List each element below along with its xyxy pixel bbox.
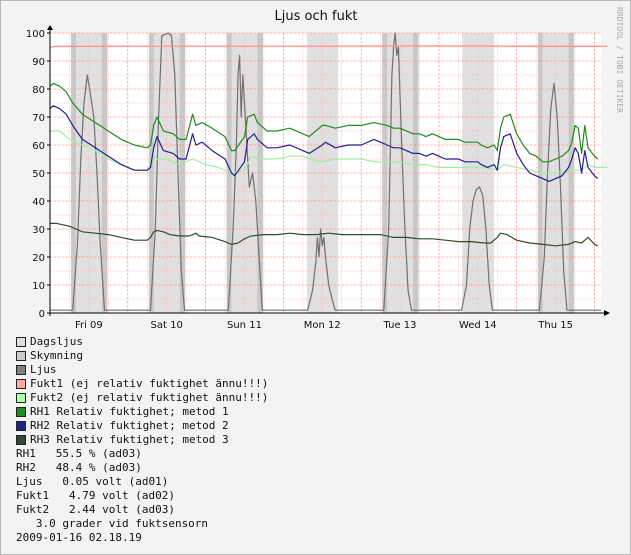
x-tick-label: Wed 14 xyxy=(459,320,497,331)
legend: Dagsljus Skymning Ljus Fukt1 (ej relativ fu… xyxy=(16,335,268,447)
legend-item: Fukt2 (ej relativ fuktighet ännu!!!) xyxy=(16,391,268,405)
x-tick-label: Mon 12 xyxy=(304,320,341,331)
readout-line: Fukt1 4.79 volt (ad02) xyxy=(16,489,175,502)
legend-item: RH3 Relativ fuktighet; metod 3 xyxy=(16,433,268,447)
legend-label: RH1 Relativ fuktighet; metod 1 xyxy=(30,405,229,418)
chart: Ljus och fukt RRDTOOL / TOBI OETIKER 0 10… xyxy=(26,7,624,331)
readouts: RH1 55.5 % (ad03) RH2 48.4 % (ad03) Ljus 0… xyxy=(16,447,208,545)
x-tick-label: Sun 11 xyxy=(227,320,262,331)
y-tick-label: 20 xyxy=(32,253,45,264)
y-tick-label: 60 xyxy=(32,141,45,152)
y-tick-label: 40 xyxy=(32,197,45,208)
y-tick-label: 100 xyxy=(26,29,45,40)
legend-label: Fukt1 (ej relativ fuktighet ännu!!!) xyxy=(30,377,269,390)
legend-label: Ljus xyxy=(30,363,57,376)
readout-line: 3.0 grader vid fuktsensorn xyxy=(16,517,209,530)
x-axis-arrow xyxy=(604,310,610,316)
legend-swatch xyxy=(16,365,26,375)
legend-item: Skymning xyxy=(16,349,268,363)
legend-item: Fukt1 (ej relativ fuktighet ännu!!!) xyxy=(16,377,268,391)
x-tick-label: Thu 15 xyxy=(537,320,573,331)
y-tick-label: 50 xyxy=(32,169,45,180)
legend-swatch xyxy=(16,351,26,361)
legend-item: Ljus xyxy=(16,363,268,377)
legend-swatch xyxy=(16,435,26,445)
legend-label: RH2 Relativ fuktighet; metod 2 xyxy=(30,419,229,432)
readout-line: 2009-01-16 02.18.19 xyxy=(16,531,142,544)
legend-label: Dagsljus xyxy=(30,335,83,348)
readout-line: Ljus 0.05 volt (ad01) xyxy=(16,475,169,488)
y-tick-label: 10 xyxy=(32,281,45,292)
watermark: RRDTOOL / TOBI OETIKER xyxy=(615,7,624,113)
legend-item: RH2 Relativ fuktighet; metod 2 xyxy=(16,419,268,433)
y-axis-arrow xyxy=(47,25,53,30)
legend-item: Dagsljus xyxy=(16,335,268,349)
x-tick-label: Tue 13 xyxy=(383,320,417,331)
legend-item: RH1 Relativ fuktighet; metod 1 xyxy=(16,405,268,419)
readout-line: Fukt2 2.44 volt (ad03) xyxy=(16,503,175,516)
x-tick-label: Sat 10 xyxy=(151,320,183,331)
legend-swatch xyxy=(16,407,26,417)
y-tick-label: 80 xyxy=(32,85,45,96)
legend-label: RH3 Relativ fuktighet; metod 3 xyxy=(30,433,229,446)
legend-label: Skymning xyxy=(30,349,83,362)
legend-swatch xyxy=(16,379,26,389)
legend-swatch xyxy=(16,393,26,403)
legend-label: Fukt2 (ej relativ fuktighet ännu!!!) xyxy=(30,391,269,404)
x-tick-label: Fri 09 xyxy=(75,320,103,331)
y-tick-label: 30 xyxy=(32,225,45,236)
y-tick-label: 90 xyxy=(32,57,45,68)
legend-swatch xyxy=(16,421,26,431)
y-tick-label: 70 xyxy=(32,113,45,124)
y-tick-label: 0 xyxy=(39,309,45,320)
legend-swatch xyxy=(16,337,26,347)
readout-line: RH1 55.5 % (ad03) xyxy=(16,447,142,460)
chart-title: Ljus och fukt xyxy=(275,9,358,24)
readout-line: RH2 48.4 % (ad03) xyxy=(16,461,142,474)
